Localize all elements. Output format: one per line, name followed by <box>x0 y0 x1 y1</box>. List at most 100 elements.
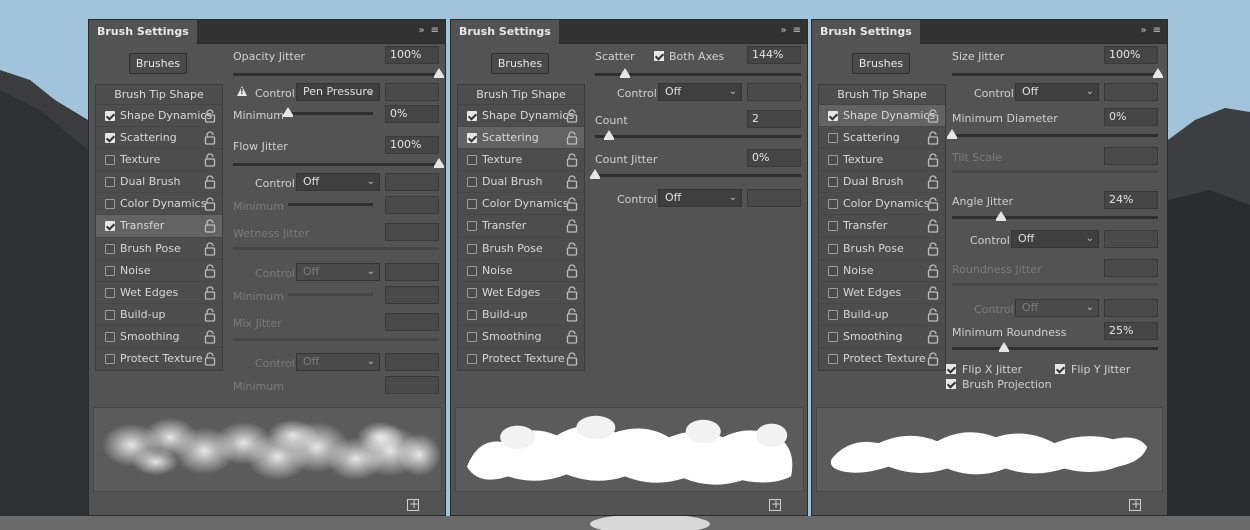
sidebar-checkbox[interactable] <box>105 177 115 188</box>
lock-icon[interactable] <box>204 352 216 366</box>
flow-jitter-slider[interactable] <box>233 158 444 168</box>
sidebar-checkbox[interactable] <box>467 177 477 188</box>
minimum-roundness-slider[interactable] <box>952 342 1158 352</box>
brushes-button[interactable]: Brushes <box>129 53 187 74</box>
sidebar-checkbox[interactable] <box>467 133 477 144</box>
sidebar-checkbox[interactable] <box>828 155 838 166</box>
brush-tip-shape-item[interactable]: Brush Tip Shape <box>96 85 222 105</box>
wetness-jitter-slider[interactable] <box>233 247 439 250</box>
minimum-roundness-field[interactable]: 25% <box>1104 322 1158 340</box>
sidebar-checkbox[interactable] <box>105 243 115 254</box>
lock-icon[interactable] <box>927 219 939 234</box>
both-axes-checkbox[interactable] <box>654 51 664 61</box>
sidebar-item-brush-pose[interactable]: Brush Pose <box>96 238 222 260</box>
minimum-slider[interactable] <box>283 107 373 117</box>
sidebar-checkbox[interactable] <box>828 243 838 254</box>
angle-jitter-slider[interactable] <box>952 211 1158 221</box>
minimum-field[interactable] <box>385 376 439 394</box>
sidebar-checkbox[interactable] <box>467 265 477 276</box>
sidebar-item-wet-edges[interactable]: Wet Edges <box>96 282 222 304</box>
lock-icon[interactable] <box>927 330 939 344</box>
opacity-jitter-slider[interactable] <box>233 68 444 78</box>
slider-knob[interactable] <box>1153 68 1163 78</box>
lock-icon[interactable] <box>204 286 216 300</box>
create-new-brush-icon[interactable] <box>769 497 781 511</box>
sidebar-checkbox[interactable] <box>467 155 477 166</box>
lock-icon[interactable] <box>204 241 216 256</box>
collapse-icon[interactable]: » <box>780 25 786 36</box>
lock-icon[interactable] <box>204 131 216 145</box>
sidebar-item-smoothing[interactable]: Smoothing <box>96 326 222 349</box>
sidebar-checkbox[interactable] <box>828 331 838 342</box>
brush-tip-shape-item[interactable]: Brush Tip Shape <box>819 85 945 105</box>
sidebar-checkbox[interactable] <box>828 309 838 320</box>
create-new-brush-icon[interactable] <box>407 497 419 511</box>
sidebar-item-noise[interactable]: Noise <box>96 260 222 282</box>
scatter-field[interactable]: 144% <box>747 46 801 64</box>
sidebar-item-dual-brush[interactable]: Dual Brush <box>458 171 584 194</box>
brush-projection-checkbox[interactable] <box>946 379 956 389</box>
panel-menu[interactable]: » ≡ <box>412 25 439 36</box>
sidebar-checkbox[interactable] <box>828 354 838 365</box>
sidebar-item-brush-pose[interactable]: Brush Pose <box>458 238 584 260</box>
lock-icon[interactable] <box>927 109 939 123</box>
sidebar-checkbox[interactable] <box>105 287 115 298</box>
sidebar-item-shape-dynamics[interactable]: Shape Dynamics <box>819 105 945 128</box>
flip-x-jitter-checkbox[interactable] <box>946 364 956 374</box>
size-jitter-field[interactable]: 100% <box>1104 46 1158 64</box>
lock-icon[interactable] <box>204 219 216 234</box>
slider-knob[interactable] <box>590 169 600 179</box>
lock-icon[interactable] <box>927 308 939 322</box>
minimum-slider[interactable] <box>288 203 373 206</box>
control-extra-field[interactable] <box>385 173 439 191</box>
control-extra-field[interactable] <box>747 83 801 101</box>
lock-icon[interactable] <box>566 330 578 344</box>
sidebar-checkbox[interactable] <box>828 221 838 232</box>
tab-brush-settings[interactable]: Brush Settings <box>451 20 559 44</box>
count-slider[interactable] <box>595 130 801 140</box>
sidebar-item-wet-edges[interactable]: Wet Edges <box>458 282 584 304</box>
sidebar-item-color-dynamics[interactable]: Color Dynamics <box>96 193 222 216</box>
sidebar-checkbox[interactable] <box>105 221 115 232</box>
lock-icon[interactable] <box>927 241 939 256</box>
sidebar-item-shape-dynamics[interactable]: Shape Dynamics <box>96 105 222 128</box>
lock-icon[interactable] <box>927 197 939 212</box>
wetness-control-select[interactable]: Off ⌄ <box>296 263 380 281</box>
sidebar-checkbox[interactable] <box>467 221 477 232</box>
sidebar-checkbox[interactable] <box>467 331 477 342</box>
brushes-button[interactable]: Brushes <box>852 53 910 74</box>
lock-icon[interactable] <box>566 153 578 167</box>
sidebar-item-build-up[interactable]: Build-up <box>819 304 945 326</box>
opacity-jitter-field[interactable]: 100% <box>385 46 439 64</box>
slider-knob[interactable] <box>604 130 615 140</box>
sidebar-item-build-up[interactable]: Build-up <box>96 304 222 326</box>
sidebar-checkbox[interactable] <box>828 265 838 276</box>
menu-icon[interactable]: ≡ <box>793 25 801 36</box>
lock-icon[interactable] <box>927 264 939 278</box>
sidebar-checkbox[interactable] <box>467 243 477 254</box>
sidebar-checkbox[interactable] <box>105 133 115 144</box>
lock-icon[interactable] <box>566 352 578 366</box>
sidebar-item-transfer[interactable]: Transfer <box>819 215 945 238</box>
sidebar-item-dual-brush[interactable]: Dual Brush <box>819 171 945 194</box>
sidebar-item-transfer[interactable]: Transfer <box>96 215 222 238</box>
sidebar-item-shape-dynamics[interactable]: Shape Dynamics <box>458 105 584 128</box>
minimum-diameter-slider[interactable] <box>947 129 1158 139</box>
sidebar-item-protect-texture[interactable]: Protect Texture <box>458 348 584 371</box>
lock-icon[interactable] <box>927 352 939 366</box>
slider-knob[interactable] <box>434 158 444 168</box>
sidebar-item-scattering[interactable]: Scattering <box>458 127 584 150</box>
roundness-jitter-slider[interactable] <box>952 283 1158 286</box>
brush-tip-shape-item[interactable]: Brush Tip Shape <box>458 85 584 105</box>
lock-icon[interactable] <box>204 308 216 322</box>
lock-icon[interactable] <box>204 197 216 212</box>
sidebar-checkbox[interactable] <box>828 199 838 210</box>
sidebar-checkbox[interactable] <box>105 331 115 342</box>
tab-brush-settings[interactable]: Brush Settings <box>812 20 920 44</box>
lock-icon[interactable] <box>204 264 216 278</box>
count-jitter-slider[interactable] <box>590 169 801 179</box>
menu-icon[interactable]: ≡ <box>431 25 439 36</box>
minimum-field[interactable] <box>385 286 439 304</box>
lock-icon[interactable] <box>566 241 578 256</box>
wetness-jitter-field[interactable] <box>385 223 439 241</box>
